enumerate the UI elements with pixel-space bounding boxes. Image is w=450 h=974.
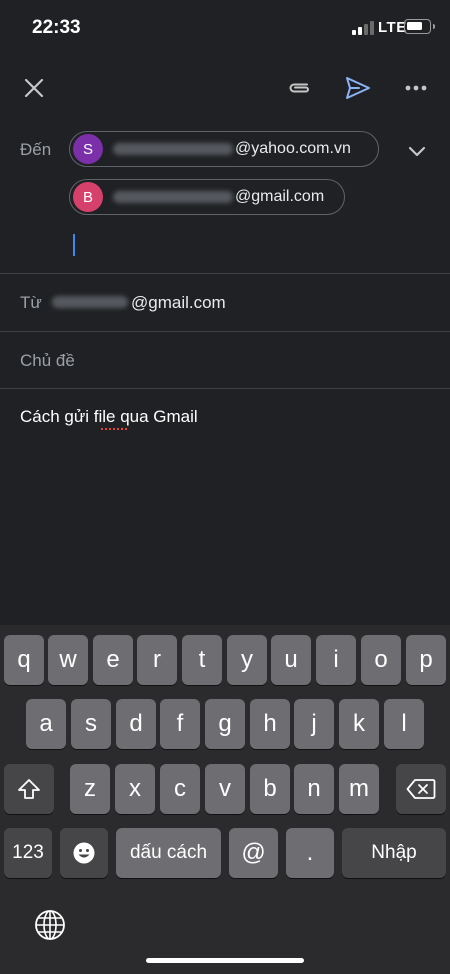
- send-icon: [346, 77, 370, 99]
- key-j[interactable]: j: [294, 699, 334, 749]
- globe-icon: [35, 910, 65, 940]
- to-label: Đến: [20, 140, 52, 159]
- divider: [0, 331, 450, 332]
- key-g[interactable]: g: [205, 699, 245, 749]
- key-l[interactable]: l: [384, 699, 424, 749]
- key-i[interactable]: i: [316, 635, 356, 685]
- to-input-cursor[interactable]: [73, 234, 75, 256]
- key-s[interactable]: s: [71, 699, 111, 749]
- backspace-key[interactable]: [396, 764, 446, 814]
- key-a[interactable]: a: [26, 699, 66, 749]
- key-r[interactable]: r: [137, 635, 177, 685]
- key-q[interactable]: q: [4, 635, 44, 685]
- key-w[interactable]: w: [48, 635, 88, 685]
- key-x[interactable]: x: [115, 764, 155, 814]
- key-y[interactable]: y: [227, 635, 267, 685]
- key-o[interactable]: o: [361, 635, 401, 685]
- send-button[interactable]: [336, 66, 380, 110]
- from-label: Từ: [20, 293, 42, 312]
- avatar: B: [73, 182, 103, 212]
- subject-input[interactable]: Chủ đề: [20, 351, 75, 371]
- key-k[interactable]: k: [339, 699, 379, 749]
- emoji-icon: [73, 842, 95, 864]
- status-bar: 22:33 LTE: [0, 0, 450, 56]
- shift-key[interactable]: [4, 764, 54, 814]
- numbers-key[interactable]: 123: [4, 828, 52, 878]
- key-f[interactable]: f: [160, 699, 200, 749]
- key-b[interactable]: b: [250, 764, 290, 814]
- close-icon: [24, 78, 44, 98]
- emoji-key[interactable]: [60, 828, 108, 878]
- attach-button[interactable]: [278, 66, 322, 110]
- status-time: 22:33: [32, 17, 81, 38]
- divider: [0, 273, 450, 274]
- recipient-domain: @yahoo.com.vn: [235, 140, 351, 157]
- globe-button[interactable]: [30, 905, 70, 945]
- compose-toolbar: [0, 60, 450, 116]
- space-key[interactable]: dấu cách: [116, 828, 221, 878]
- key-d[interactable]: d: [116, 699, 156, 749]
- chevron-down-icon: [408, 146, 426, 156]
- expand-recipients-button[interactable]: [402, 136, 432, 166]
- redacted-username: [113, 191, 233, 203]
- redacted-username: [113, 143, 233, 155]
- home-indicator[interactable]: [146, 958, 304, 963]
- key-v[interactable]: v: [205, 764, 245, 814]
- cellular-signal-icon: [352, 21, 374, 35]
- battery-icon: [404, 19, 435, 34]
- more-options-button[interactable]: [394, 66, 438, 110]
- backspace-icon: [406, 779, 436, 799]
- key-m[interactable]: m: [339, 764, 379, 814]
- recipient-domain: @gmail.com: [235, 188, 325, 205]
- shift-icon: [18, 779, 40, 799]
- paperclip-icon: [289, 83, 309, 93]
- key-n[interactable]: n: [294, 764, 334, 814]
- return-key[interactable]: Nhập: [342, 828, 446, 878]
- avatar: S: [73, 134, 103, 164]
- more-horizontal-icon: [405, 85, 427, 91]
- key-p[interactable]: p: [406, 635, 446, 685]
- redacted-username: [52, 296, 128, 308]
- close-button[interactable]: [12, 66, 56, 110]
- at-key[interactable]: @: [229, 828, 278, 878]
- divider: [0, 388, 450, 389]
- key-e[interactable]: e: [93, 635, 133, 685]
- dot-key[interactable]: .: [286, 828, 334, 878]
- key-c[interactable]: c: [160, 764, 200, 814]
- from-address[interactable]: @gmail.com: [131, 293, 226, 313]
- message-body[interactable]: Cách gửi file qua Gmail: [20, 407, 198, 427]
- key-h[interactable]: h: [250, 699, 290, 749]
- spellcheck-underline: [101, 427, 127, 430]
- key-t[interactable]: t: [182, 635, 222, 685]
- recipient-chip[interactable]: B @gmail.com: [69, 179, 345, 215]
- key-u[interactable]: u: [271, 635, 311, 685]
- recipient-chip[interactable]: S @yahoo.com.vn: [69, 131, 379, 167]
- key-z[interactable]: z: [70, 764, 110, 814]
- network-type: LTE: [378, 19, 407, 36]
